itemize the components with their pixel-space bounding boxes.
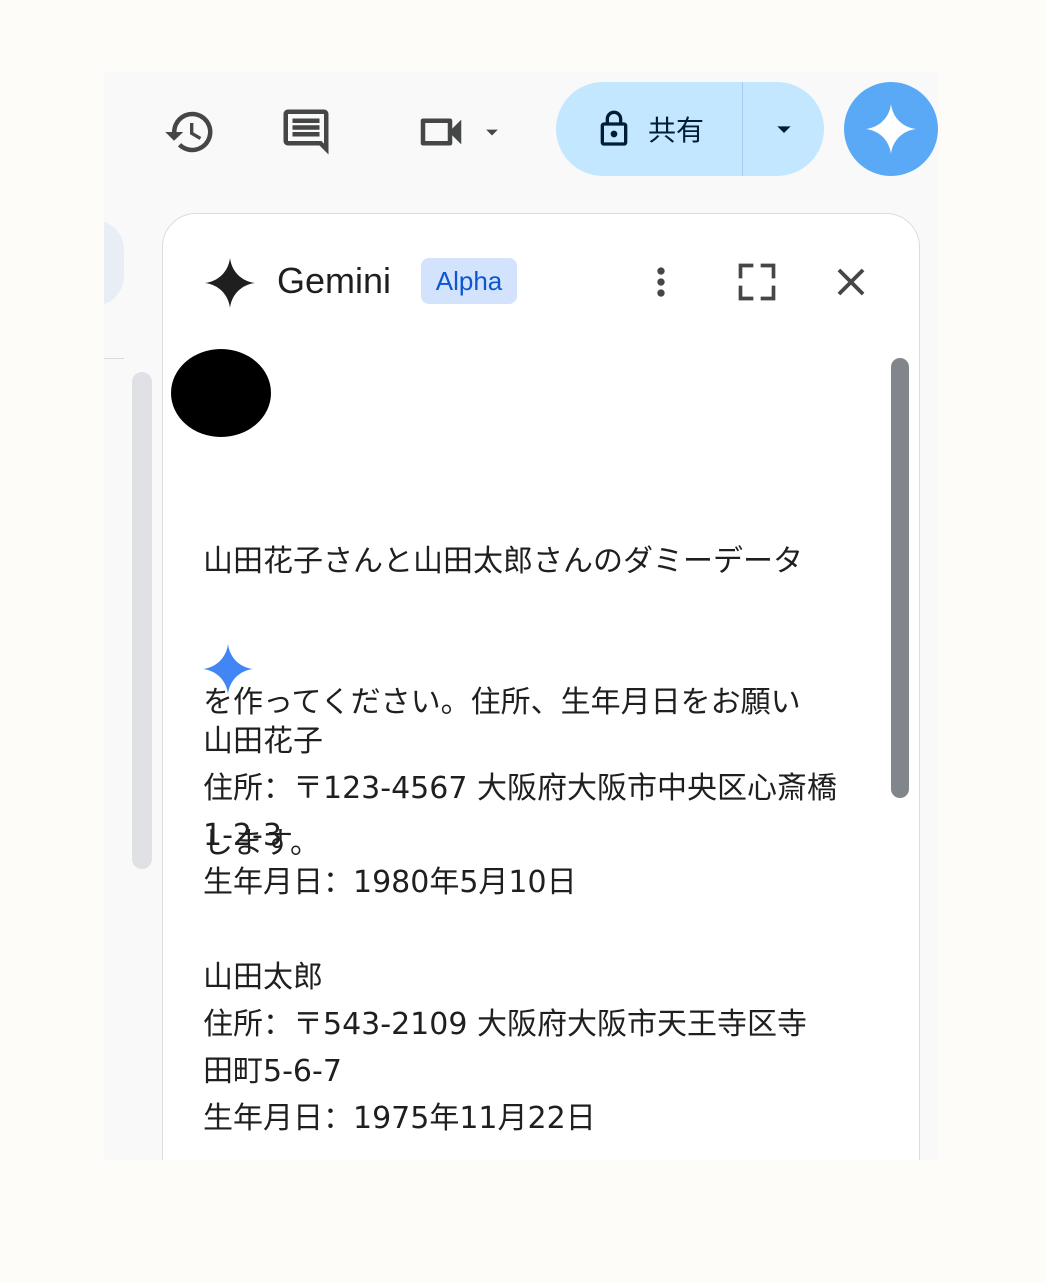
close-button[interactable] xyxy=(823,254,879,310)
fullscreen-icon xyxy=(738,263,776,301)
lock-icon xyxy=(600,110,628,146)
fullscreen-button[interactable] xyxy=(729,254,785,310)
response-line: 山田花子 xyxy=(203,724,323,759)
gemini-response-icon xyxy=(203,644,253,694)
share-split-button: 共有 xyxy=(556,82,824,176)
response-line: 山田太郎 xyxy=(203,960,323,995)
history-icon xyxy=(165,111,213,153)
response-line: 生年月日：1975年11月22日 xyxy=(203,1101,596,1136)
response-line: 1-2-3 xyxy=(203,818,282,853)
response-line: 住所：〒543-2109 大阪府大阪市天王寺区寺 xyxy=(203,1007,807,1042)
more-vert-icon xyxy=(657,267,665,297)
prompt-line: 山田花子さんと山田太郎さんのダミーデータ xyxy=(203,544,803,579)
response-line: 田町5-6-7 xyxy=(203,1054,342,1089)
comment-icon xyxy=(283,109,329,155)
close-icon xyxy=(837,268,865,296)
gemini-panel-header: Gemini Alpha xyxy=(163,214,919,344)
gemini-sparkle-icon xyxy=(866,104,916,154)
comments-button[interactable] xyxy=(276,102,336,162)
panel-title: Gemini xyxy=(277,260,392,301)
meet-button[interactable] xyxy=(404,102,514,162)
chevron-down-icon xyxy=(776,126,791,133)
gemini-sparkle-icon xyxy=(205,258,255,308)
alpha-badge: Alpha xyxy=(421,258,517,304)
left-pane-divider xyxy=(104,358,124,359)
video-icon xyxy=(420,118,462,146)
share-label: 共有 xyxy=(647,114,704,147)
gemini-toggle-button[interactable] xyxy=(844,82,938,176)
gemini-panel: Gemini Alpha 山田花子さんと山田太郎さんのダミーデータ を作ってくだ… xyxy=(162,213,920,1160)
response-line: 生年月日：1980年5月10日 xyxy=(203,865,577,900)
more-options-button[interactable] xyxy=(633,254,689,310)
share-button[interactable]: 共有 xyxy=(556,82,742,176)
left-pane-pill[interactable] xyxy=(104,220,124,306)
app-window: 共有 Gemini Alpha 山田花子さんと山田太郎さんのダミーデータ を作っ… xyxy=(104,72,938,1160)
chevron-down-icon xyxy=(486,129,498,136)
left-pane-scrollbar[interactable] xyxy=(132,372,152,869)
history-button[interactable] xyxy=(160,102,220,162)
share-dropdown-button[interactable] xyxy=(743,82,824,176)
user-avatar xyxy=(171,349,271,437)
panel-scrollbar-thumb[interactable] xyxy=(891,358,909,798)
response-line: 住所：〒123-4567 大阪府大阪市中央区心斎橋 xyxy=(203,771,837,806)
